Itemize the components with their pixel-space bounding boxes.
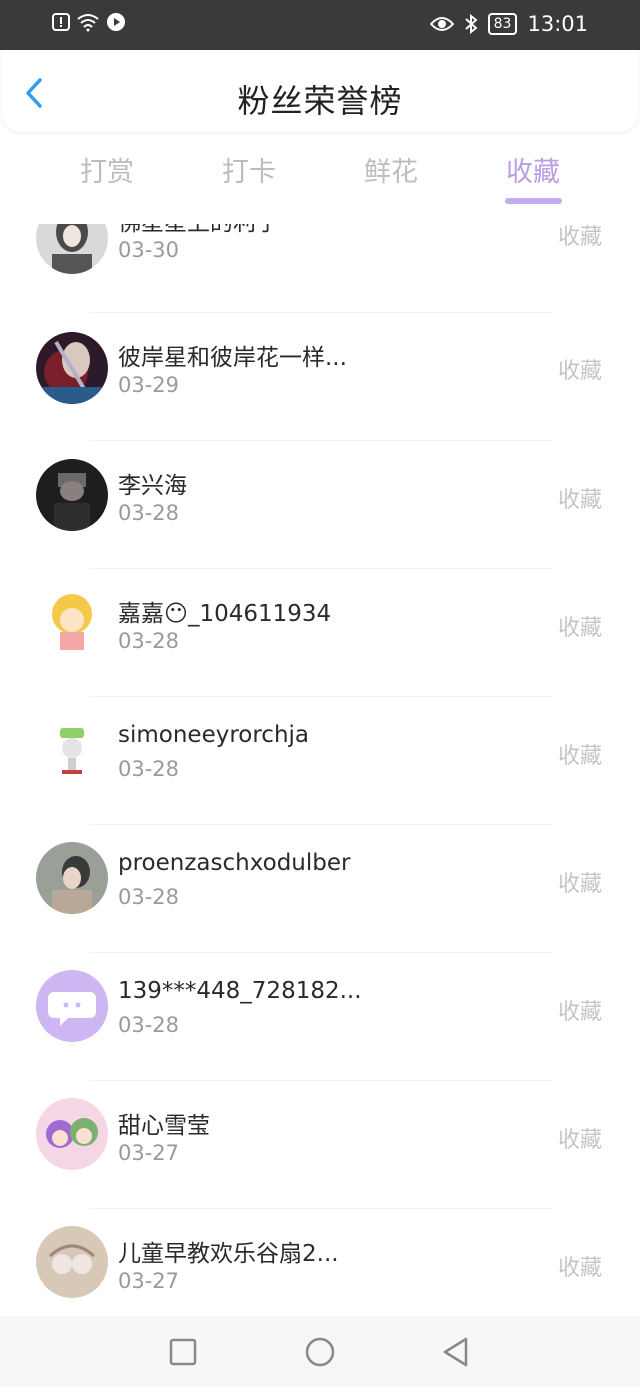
divider <box>90 952 552 953</box>
fan-list: 佛星星上的利子 03-30 收藏 彼岸星和彼岸花一样... 03-29 收藏 李… <box>0 224 640 1316</box>
date: 03-27 <box>118 1141 180 1165</box>
divider <box>90 1080 552 1081</box>
divider <box>90 696 552 697</box>
user-name: simoneeyrorchja <box>118 722 310 748</box>
chat-bubble-avatar-icon <box>36 970 108 1042</box>
avatar <box>36 1098 108 1170</box>
play-icon <box>107 13 125 31</box>
status-bar: 83 13:01 <box>0 0 640 50</box>
date: 03-27 <box>118 1269 180 1293</box>
list-item[interactable]: 139***448_728182... 03-28 收藏 <box>0 954 640 1082</box>
avatar <box>36 586 108 658</box>
battery-level: 83 <box>487 13 518 35</box>
tab-favorites[interactable]: 收藏 <box>506 150 560 189</box>
favorite-label[interactable]: 收藏 <box>558 738 602 770</box>
avatar <box>36 224 108 274</box>
divider <box>90 824 552 825</box>
avatar <box>36 332 108 404</box>
list-item[interactable]: 佛星星上的利子 03-30 收藏 <box>0 224 640 315</box>
avatar <box>36 714 108 786</box>
list-item[interactable]: simoneeyrorchja 03-28 收藏 <box>0 698 640 826</box>
avatar <box>36 1226 108 1298</box>
favorite-label[interactable]: 收藏 <box>558 224 602 251</box>
system-nav-bar <box>0 1316 640 1387</box>
active-tab-indicator <box>505 198 562 204</box>
date: 03-28 <box>118 629 180 653</box>
user-name: 彼岸星和彼岸花一样... <box>118 345 347 371</box>
recent-apps-icon[interactable] <box>167 1336 199 1368</box>
tab-checkin[interactable]: 打卡 <box>222 150 276 189</box>
home-icon[interactable] <box>304 1336 336 1368</box>
favorite-label[interactable]: 收藏 <box>558 353 602 385</box>
divider <box>90 312 552 313</box>
user-name: 甜心雪莹 <box>118 1113 210 1139</box>
wifi-icon <box>77 14 99 32</box>
tab-bar: 打赏 打卡 鲜花 收藏 <box>0 140 640 212</box>
favorite-label[interactable]: 收藏 <box>558 482 602 514</box>
list-item[interactable]: 甜心雪莹 03-27 收藏 <box>0 1082 640 1210</box>
page-title: 粉丝荣誉榜 <box>237 82 403 120</box>
alert-icon <box>52 13 70 31</box>
date: 03-29 <box>118 373 180 397</box>
avatar <box>36 842 108 914</box>
user-name: 嘉嘉😶_104611934 <box>118 601 332 627</box>
avatar <box>36 459 108 531</box>
user-name: 佛星星上的利子 <box>118 224 279 237</box>
favorite-label[interactable]: 收藏 <box>558 610 602 642</box>
list-item[interactable]: 嘉嘉😶_104611934 03-28 收藏 <box>0 570 640 698</box>
date: 03-30 <box>118 238 180 262</box>
favorite-label[interactable]: 收藏 <box>558 1250 602 1282</box>
user-name: 139***448_728182... <box>118 978 362 1004</box>
list-item[interactable]: 李兴海 03-28 收藏 <box>0 442 640 570</box>
page-header: 粉丝荣誉榜 <box>2 50 638 132</box>
favorite-label[interactable]: 收藏 <box>558 1122 602 1154</box>
user-name: proenzaschxodulber <box>118 850 351 876</box>
bluetooth-icon <box>464 14 478 34</box>
user-name: 儿童早教欢乐谷扇2... <box>118 1241 339 1267</box>
tab-tip[interactable]: 打赏 <box>80 150 134 189</box>
date: 03-28 <box>118 501 180 525</box>
user-name: 李兴海 <box>118 473 187 499</box>
favorite-label[interactable]: 收藏 <box>558 994 602 1026</box>
divider <box>90 1208 552 1209</box>
date: 03-28 <box>118 1013 180 1037</box>
eye-icon <box>429 17 454 31</box>
divider <box>90 568 552 569</box>
clock: 13:01 <box>527 12 588 36</box>
list-item[interactable]: 彼岸星和彼岸花一样... 03-29 收藏 <box>0 314 640 442</box>
back-triangle-icon[interactable] <box>440 1336 472 1368</box>
list-item[interactable]: 儿童早教欢乐谷扇2... 03-27 收藏 <box>0 1210 640 1316</box>
list-item[interactable]: proenzaschxodulber 03-28 收藏 <box>0 826 640 954</box>
divider <box>90 440 552 441</box>
favorite-label[interactable]: 收藏 <box>558 866 602 898</box>
status-left-icons <box>52 12 126 32</box>
status-right-icons: 83 13:01 <box>429 12 588 36</box>
date: 03-28 <box>118 885 180 909</box>
tab-flowers[interactable]: 鲜花 <box>364 150 418 189</box>
date: 03-28 <box>118 757 180 781</box>
